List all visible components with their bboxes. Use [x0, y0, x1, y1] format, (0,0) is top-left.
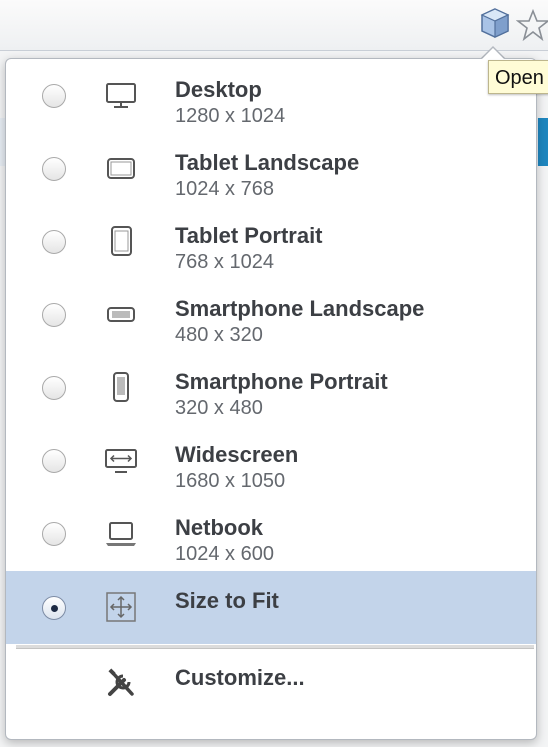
menu-item-desktop[interactable]: Desktop 1280 x 1024 [6, 59, 536, 132]
menu-item-size: 1280 x 1024 [175, 105, 286, 127]
menu-item-size: 1024 x 768 [175, 178, 274, 200]
menu-item-title: Desktop [175, 77, 262, 102]
cube-icon[interactable] [478, 6, 512, 40]
menu-item-size: 480 x 320 [175, 324, 263, 346]
menu-item-title: Smartphone Landscape [175, 296, 425, 321]
size-to-fit-icon [106, 592, 136, 622]
menu-item-widescreen[interactable]: Widescreen 1680 x 1050 [6, 424, 536, 497]
radio-tablet-landscape[interactable] [42, 157, 66, 181]
radio-widescreen[interactable] [42, 449, 66, 473]
menu-item-title: Tablet Landscape [175, 150, 360, 175]
star-icon[interactable] [516, 8, 548, 42]
menu-item-tablet-landscape[interactable]: Tablet Landscape 1024 x 768 [6, 132, 536, 205]
menu-item-tablet-portrait[interactable]: Tablet Portrait 768 x 1024 [6, 205, 536, 278]
tablet-landscape-icon [107, 158, 135, 179]
radio-tablet-portrait[interactable] [42, 230, 66, 254]
menu-item-smartphone-portrait[interactable]: Smartphone Portrait 320 x 480 [6, 351, 536, 424]
radio-netbook[interactable] [42, 522, 66, 546]
customize-label: Customize... [175, 665, 305, 690]
menu-item-customize[interactable]: Customize... [6, 651, 536, 731]
menu-divider [16, 645, 534, 649]
menu-item-title: Smartphone Portrait [175, 369, 388, 394]
tools-icon [108, 668, 134, 696]
resolution-menu-popup: Desktop 1280 x 1024 Tablet Landscape 102… [5, 58, 537, 740]
radio-size-to-fit[interactable] [42, 596, 66, 620]
radio-smartphone-landscape[interactable] [42, 303, 66, 327]
radio-desktop[interactable] [42, 84, 66, 108]
menu-item-size: 1024 x 600 [175, 543, 274, 565]
tooltip: Open [488, 60, 548, 94]
radio-smartphone-portrait[interactable] [42, 376, 66, 400]
browser-toolbar [0, 0, 548, 51]
widescreen-icon [105, 449, 137, 473]
menu-item-size: 768 x 1024 [175, 251, 274, 273]
menu-item-title: Size to Fit [175, 588, 279, 613]
menu-item-title: Netbook [175, 515, 263, 540]
menu-item-title: Tablet Portrait [175, 223, 323, 248]
tablet-portrait-icon [111, 226, 132, 256]
desktop-monitor-icon [106, 83, 136, 108]
smartphone-portrait-icon [113, 372, 129, 402]
menu-item-netbook[interactable]: Netbook 1024 x 600 [6, 497, 536, 570]
netbook-laptop-icon [106, 522, 136, 546]
popup-arrow-fill [482, 48, 504, 59]
menu-item-smartphone-landscape[interactable]: Smartphone Landscape 480 x 320 [6, 278, 536, 351]
smartphone-landscape-icon [107, 307, 135, 322]
menu-item-title: Widescreen [175, 442, 299, 467]
menu-item-size: 1680 x 1050 [175, 470, 286, 492]
menu-item-size-to-fit[interactable]: Size to Fit [6, 571, 536, 644]
page-background-accent [538, 118, 548, 166]
menu-item-size: 320 x 480 [175, 397, 263, 419]
